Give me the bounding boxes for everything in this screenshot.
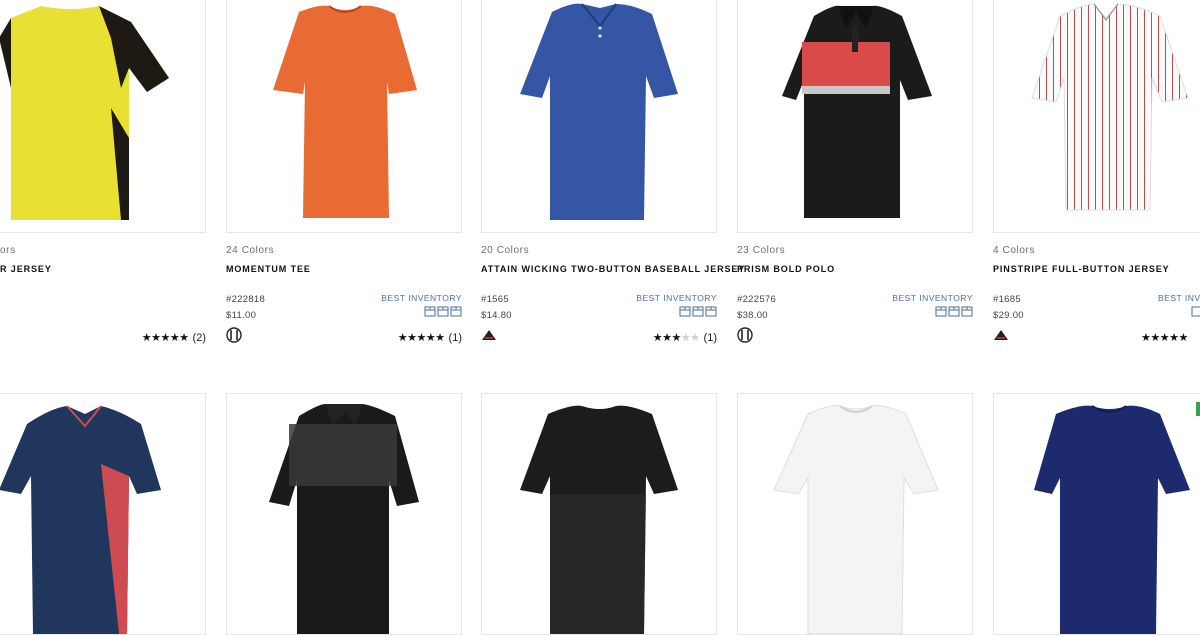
product-name[interactable]: ATTAIN WICKING TWO-BUTTON BASEBALL JERSE…: [481, 264, 745, 274]
inventory-label: BEST INVENTORY: [892, 293, 973, 303]
inventory-boxes-icon: [1191, 305, 1200, 317]
product-image[interactable]: [481, 0, 717, 233]
holloway-logo-icon: [226, 327, 242, 343]
inventory-label: BEST INVENTORY: [381, 293, 462, 303]
product-rating[interactable]: ★★★★★ (1): [397, 331, 462, 345]
product-rating[interactable]: ★★★★★ (1): [652, 331, 717, 345]
product-sku: #222576: [737, 294, 777, 305]
product-sku: #1565: [481, 294, 509, 305]
product-rating[interactable]: ★★★★★ (2): [141, 331, 206, 345]
product-colors: 20 Colors: [481, 245, 530, 256]
product-price: $14.80: [481, 310, 512, 321]
product-price: $11.00: [226, 310, 257, 321]
product-price: $29.00: [993, 310, 1024, 321]
jersey-image: [1031, 3, 1189, 211]
product-name[interactable]: PINSTRIPE FULL-BUTTON JERSEY: [993, 264, 1170, 274]
product-sku: #1685: [993, 294, 1021, 305]
rating-stars: ★★★★★: [141, 332, 189, 344]
review-count: (2): [192, 331, 206, 344]
product-image[interactable]: [226, 0, 462, 233]
tee-image: [520, 405, 678, 634]
product-colors: 23 Colors: [737, 245, 786, 256]
inventory-boxes-icon: [935, 305, 973, 317]
rating-stars: ★★★★★: [1141, 332, 1188, 344]
review-count: (1): [448, 331, 462, 344]
jersey-image: [0, 6, 169, 220]
product-colors: 24 Colors: [226, 245, 275, 256]
tee-image: [1034, 405, 1190, 634]
product-colors: 4 Colors: [993, 245, 1036, 256]
product-image[interactable]: [226, 393, 462, 635]
new-badge-icon: [1196, 402, 1200, 416]
product-image[interactable]: [0, 0, 206, 233]
product-image[interactable]: [993, 393, 1200, 635]
holloway-logo-icon: [737, 327, 753, 343]
polo-image: [782, 5, 932, 219]
rating-stars: ★★★★★: [652, 332, 700, 344]
jersey-image: [0, 405, 161, 634]
inventory-boxes-icon: [679, 305, 717, 317]
tee-image: [273, 5, 417, 218]
jersey-image: [520, 3, 678, 220]
rating-stars: ★★★★★: [397, 332, 445, 344]
product-price: $38.00: [737, 310, 768, 321]
product-image[interactable]: [737, 393, 973, 635]
product-name[interactable]: MOMENTUM TEE: [226, 264, 311, 274]
inventory-boxes-icon: [424, 305, 462, 317]
product-image[interactable]: [993, 0, 1200, 233]
product-image[interactable]: [737, 0, 973, 233]
inventory-label: BEST INVENTORY: [636, 293, 717, 303]
review-count: (1): [703, 331, 717, 344]
product-image[interactable]: [0, 393, 206, 635]
product-name[interactable]: PRISM BOLD POLO: [737, 264, 835, 274]
product-image[interactable]: [481, 393, 717, 635]
product-name[interactable]: R JERSEY: [0, 264, 52, 274]
polo-image: [269, 404, 419, 634]
tee-image: [773, 405, 939, 634]
product-colors: ors: [0, 245, 16, 256]
product-rating[interactable]: ★★★★★: [1141, 331, 1188, 344]
augusta-logo-icon: [481, 327, 497, 343]
product-sku: #222818: [226, 294, 266, 305]
augusta-logo-icon: [993, 327, 1009, 343]
inventory-label: BEST INVE: [1158, 293, 1200, 303]
